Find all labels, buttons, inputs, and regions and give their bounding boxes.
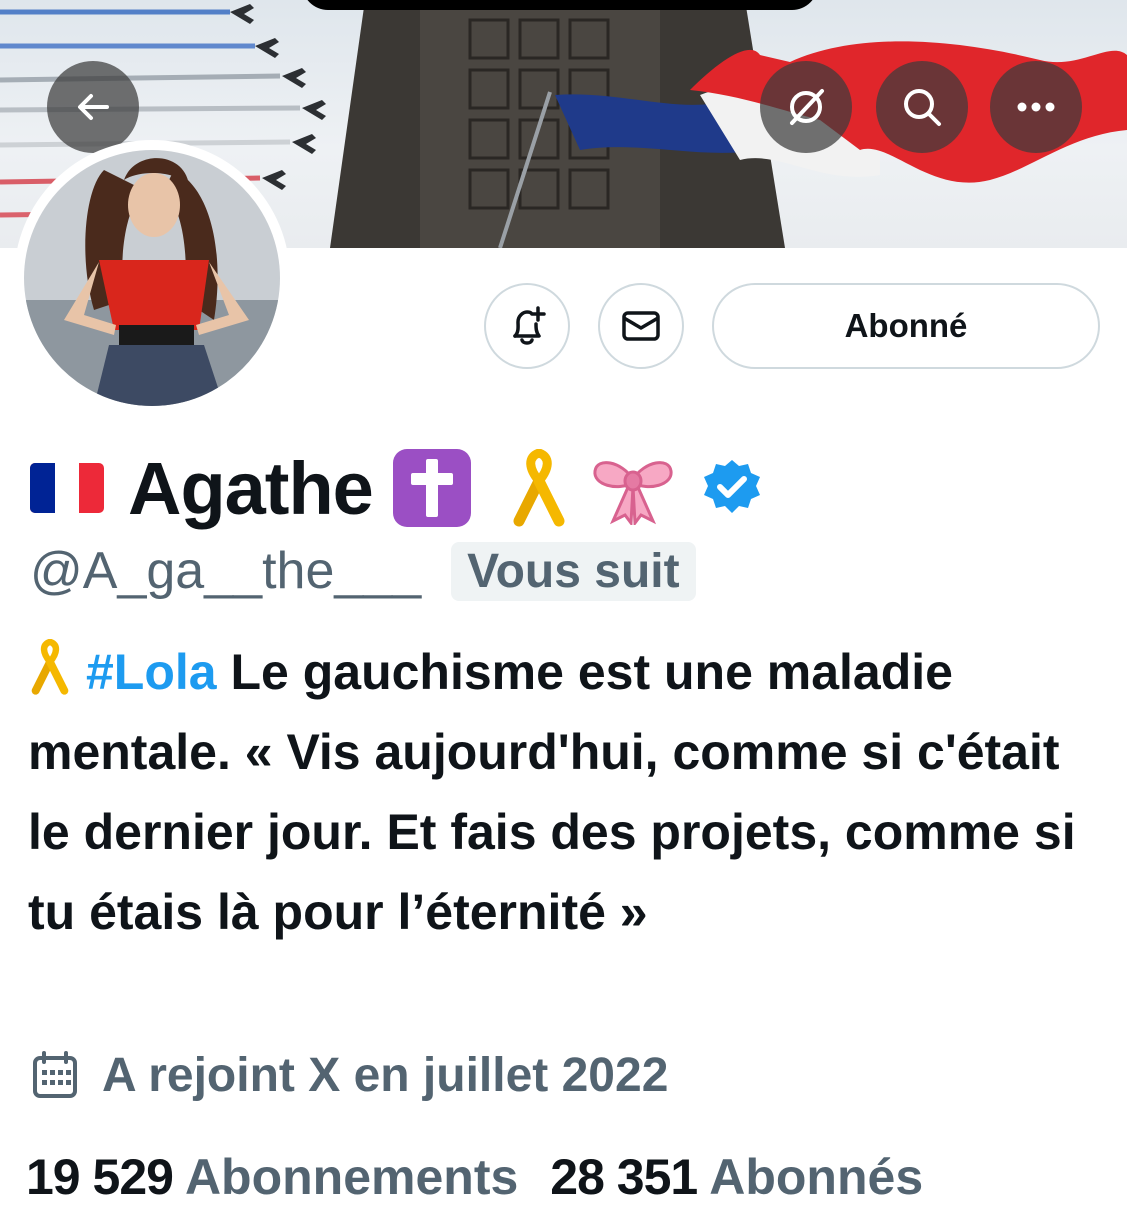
followers-count: 28 351 (550, 1149, 698, 1205)
yellow-ribbon-icon (513, 449, 565, 527)
follows-you-badge: Vous suit (451, 541, 696, 601)
more-horizontal-icon (1017, 102, 1055, 112)
followers-link[interactable]: 28 351 Abonnés (550, 1148, 923, 1206)
profile-name-row: Agathe (30, 440, 763, 536)
follow-stats: 19 529 Abonnements 28 351 Abonnés (26, 1142, 955, 1212)
profile-avatar[interactable] (14, 140, 290, 416)
back-button[interactable] (47, 61, 139, 153)
following-link[interactable]: 19 529 Abonnements (26, 1148, 518, 1206)
following-count: 19 529 (26, 1149, 174, 1205)
avatar-image (24, 150, 280, 406)
calendar-icon (33, 1051, 77, 1098)
pink-bow-icon (593, 461, 673, 525)
verified-badge-icon (703, 460, 760, 513)
envelope-icon (622, 311, 660, 341)
message-button[interactable] (598, 283, 684, 369)
search-icon (904, 89, 941, 126)
join-date-text: A rejoint X en juillet 2022 (102, 1048, 669, 1102)
bio-hashtag-link[interactable]: #Lola (86, 644, 217, 700)
join-date: A rejoint X en juillet 2022 (30, 1040, 668, 1110)
search-button[interactable] (876, 61, 968, 153)
handle-row: @A_ga__the___ Vous suit (30, 536, 696, 606)
user-handle: @A_ga__the___ (30, 542, 422, 600)
grok-button[interactable] (760, 61, 852, 153)
following-label: Abonnements (184, 1149, 519, 1205)
grok-icon (790, 89, 824, 125)
arrow-left-icon (78, 94, 109, 120)
display-name: Agathe (128, 446, 374, 530)
profile-bio: #Lola Le gauchisme est une maladie menta… (28, 632, 1098, 952)
more-options-button[interactable] (990, 61, 1082, 153)
notifications-button[interactable] (484, 283, 570, 369)
device-notch (302, 0, 818, 10)
bell-plus-icon (513, 306, 546, 345)
following-button[interactable]: Abonné (712, 283, 1100, 369)
latin-cross-icon (392, 449, 471, 527)
yellow-ribbon-icon (31, 638, 69, 695)
followers-label: Abonnés (709, 1149, 924, 1205)
france-flag-icon (30, 463, 104, 513)
